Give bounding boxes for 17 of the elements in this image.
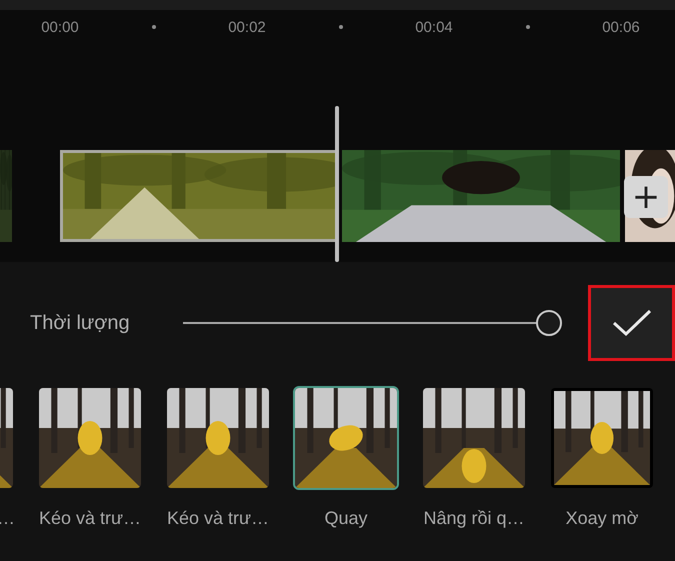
effect-label: Quay <box>324 508 368 529</box>
tick-dot <box>338 25 342 29</box>
time-label: 00:00 <box>40 18 80 36</box>
effect-label: Kéo và trư… <box>166 508 270 529</box>
checkmark-icon <box>610 308 652 338</box>
effect-label: Xoay mờ <box>566 508 638 529</box>
effect-label: Kéo và trư… <box>38 508 142 529</box>
time-label: 00:02 <box>227 18 267 36</box>
tick-dot <box>152 25 156 29</box>
tick-dot <box>526 25 530 29</box>
duration-slider[interactable] <box>183 309 563 337</box>
confirm-button[interactable] <box>588 285 675 361</box>
add-clip-button[interactable]: + <box>624 176 668 218</box>
time-label: 00:04 <box>414 18 454 36</box>
effect-label: Nâng rồi q… <box>423 508 525 529</box>
duration-label: Thời lượng <box>30 312 131 334</box>
time-label: 00:06 <box>601 18 641 36</box>
